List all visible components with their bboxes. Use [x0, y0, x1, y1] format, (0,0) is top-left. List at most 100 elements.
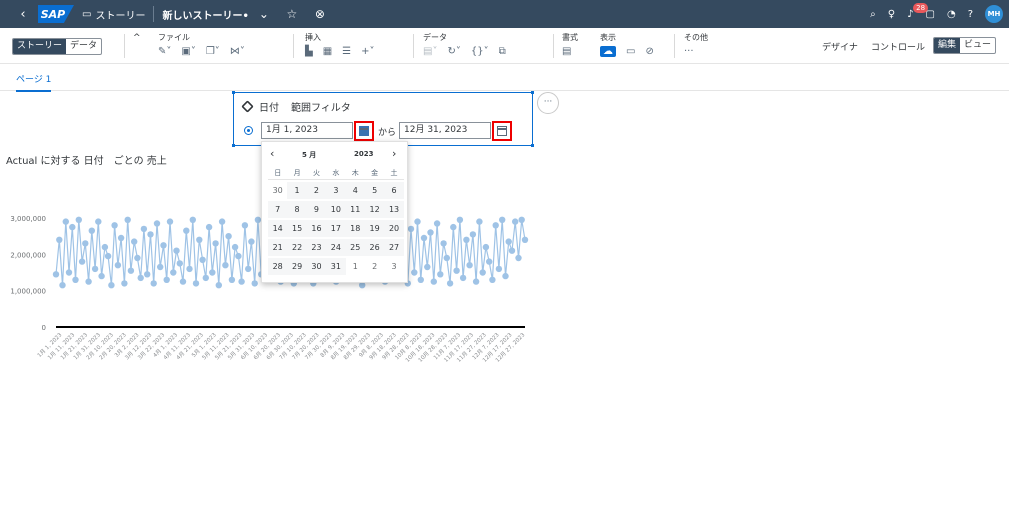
story-menu-button[interactable]: ▭ ストーリー: [82, 7, 145, 22]
resize-handle[interactable]: [232, 91, 235, 94]
calendar-day[interactable]: 21: [268, 239, 288, 256]
formula-icon[interactable]: {}˅: [471, 46, 489, 57]
calendar-day[interactable]: 11: [345, 201, 365, 218]
calendar-day[interactable]: 18: [345, 220, 365, 237]
calendar-day[interactable]: 30: [306, 258, 327, 275]
tab-story[interactable]: ストーリー: [13, 39, 67, 54]
calendar-day[interactable]: 23: [306, 239, 327, 256]
calendar-day[interactable]: 1: [346, 258, 365, 275]
calendar-day[interactable]: 19: [364, 220, 385, 237]
calendar-day[interactable]: 1: [287, 182, 307, 199]
tab-edit[interactable]: 編集: [934, 38, 961, 53]
input-control-icon[interactable]: ☰: [342, 46, 351, 57]
lightbulb-icon[interactable]: ♀: [888, 9, 895, 20]
calendar-day[interactable]: 20: [384, 220, 404, 237]
calendar-day[interactable]: 25: [345, 239, 365, 256]
calendar-day[interactable]: 27: [384, 239, 404, 256]
more-icon[interactable]: ···: [684, 46, 694, 57]
data-point: [85, 278, 92, 285]
data-point: [176, 260, 183, 267]
tab-page-1[interactable]: ページ 1: [16, 72, 52, 92]
story-title[interactable]: 新しいストーリー•: [162, 7, 248, 22]
calendar-day[interactable]: 15: [287, 220, 307, 237]
table-icon[interactable]: ▦: [323, 46, 332, 57]
feedback-icon[interactable]: ◔: [947, 9, 956, 20]
month-selector[interactable]: 5 月: [302, 150, 316, 160]
help-icon[interactable]: ?: [968, 9, 973, 20]
compass-icon[interactable]: ⊘: [645, 46, 653, 57]
range-radio[interactable]: [244, 126, 253, 135]
other-group-label: その他: [684, 33, 708, 42]
prev-month-button[interactable]: ‹: [270, 147, 274, 160]
control-button[interactable]: コントロール: [871, 40, 925, 53]
format-icon[interactable]: ▤: [562, 46, 571, 57]
data-point: [499, 216, 506, 223]
to-date-input[interactable]: 12月 31, 2023: [399, 122, 491, 139]
from-calendar-button[interactable]: [354, 121, 374, 141]
calendar-day[interactable]: 7: [268, 201, 288, 218]
to-calendar-button[interactable]: [492, 121, 512, 141]
calendar-day[interactable]: 10: [326, 201, 346, 218]
star-icon[interactable]: ☆: [283, 7, 301, 21]
designer-button[interactable]: デザイナ: [822, 40, 858, 53]
data-point: [430, 278, 437, 285]
calendar-day[interactable]: 4: [345, 182, 365, 199]
avatar[interactable]: MH: [985, 5, 1003, 23]
from-date-input[interactable]: 1月 1, 2023: [261, 122, 353, 139]
close-circle-icon[interactable]: ⊗: [311, 7, 329, 21]
resize-handle[interactable]: [531, 91, 534, 94]
save-icon[interactable]: ▣˅: [181, 46, 195, 57]
widget-more-button[interactable]: ···: [537, 92, 559, 114]
calendar-day[interactable]: 3: [326, 182, 346, 199]
calendar-day[interactable]: 28: [268, 258, 288, 275]
data-point: [111, 222, 118, 229]
calendar-day[interactable]: 2: [306, 182, 327, 199]
back-icon[interactable]: ‹: [12, 7, 34, 22]
data-point: [157, 263, 164, 271]
calendar-day[interactable]: 22: [287, 239, 307, 256]
collapse-icon[interactable]: ^: [133, 33, 141, 43]
panel-icon[interactable]: ▭: [626, 46, 635, 57]
calendar-day[interactable]: 30: [268, 182, 287, 199]
calendar-day[interactable]: 26: [364, 239, 385, 256]
calendar-day[interactable]: 16: [306, 220, 327, 237]
data-point: [466, 262, 473, 269]
calendar-day[interactable]: 14: [268, 220, 288, 237]
share-icon[interactable]: ⋈˅: [230, 46, 245, 57]
refresh-icon[interactable]: ↻˅: [447, 46, 460, 57]
calendar-day[interactable]: 3: [384, 258, 403, 275]
chevron-down-icon[interactable]: ⌄: [255, 7, 273, 21]
calendar-day[interactable]: 29: [287, 258, 307, 275]
range-filter-widget[interactable]: 日付 範囲フィルタ 1月 1, 2023 から 12月 31, 2023: [232, 91, 534, 147]
edit-icon[interactable]: ✎˅: [158, 46, 171, 57]
tab-view[interactable]: ビュー: [960, 38, 995, 53]
data-point: [427, 229, 434, 236]
resize-handle[interactable]: [232, 144, 235, 147]
year-selector[interactable]: 2023: [354, 150, 373, 158]
search-icon[interactable]: ⌕: [870, 9, 876, 20]
calendar-day[interactable]: 12: [364, 201, 385, 218]
resize-handle[interactable]: [531, 144, 534, 147]
linked-icon[interactable]: ⧉: [499, 46, 506, 57]
copy-icon[interactable]: ❐˅: [206, 46, 220, 57]
calendar-day[interactable]: 31: [326, 258, 346, 275]
data-source-icon[interactable]: ▤˅: [423, 46, 437, 57]
data-point: [101, 243, 109, 251]
data-point: [131, 238, 138, 245]
add-icon[interactable]: +˅: [361, 46, 374, 57]
calendar-day[interactable]: 17: [326, 220, 346, 237]
chart-icon[interactable]: ▙: [305, 46, 313, 57]
next-month-button[interactable]: ›: [392, 147, 396, 160]
comment-icon[interactable]: ☁: [600, 46, 616, 57]
data-point: [502, 272, 509, 280]
calendar-day[interactable]: 8: [287, 201, 307, 218]
bell-icon[interactable]: ♪ 28: [907, 2, 929, 20]
calendar-day[interactable]: 5: [364, 182, 385, 199]
divider: [553, 34, 554, 58]
tab-data[interactable]: データ: [66, 39, 101, 54]
calendar-day[interactable]: 24: [326, 239, 346, 256]
calendar-day[interactable]: 6: [384, 182, 404, 199]
calendar-day[interactable]: 9: [306, 201, 327, 218]
calendar-day[interactable]: 13: [384, 201, 404, 218]
calendar-day[interactable]: 2: [365, 258, 384, 275]
